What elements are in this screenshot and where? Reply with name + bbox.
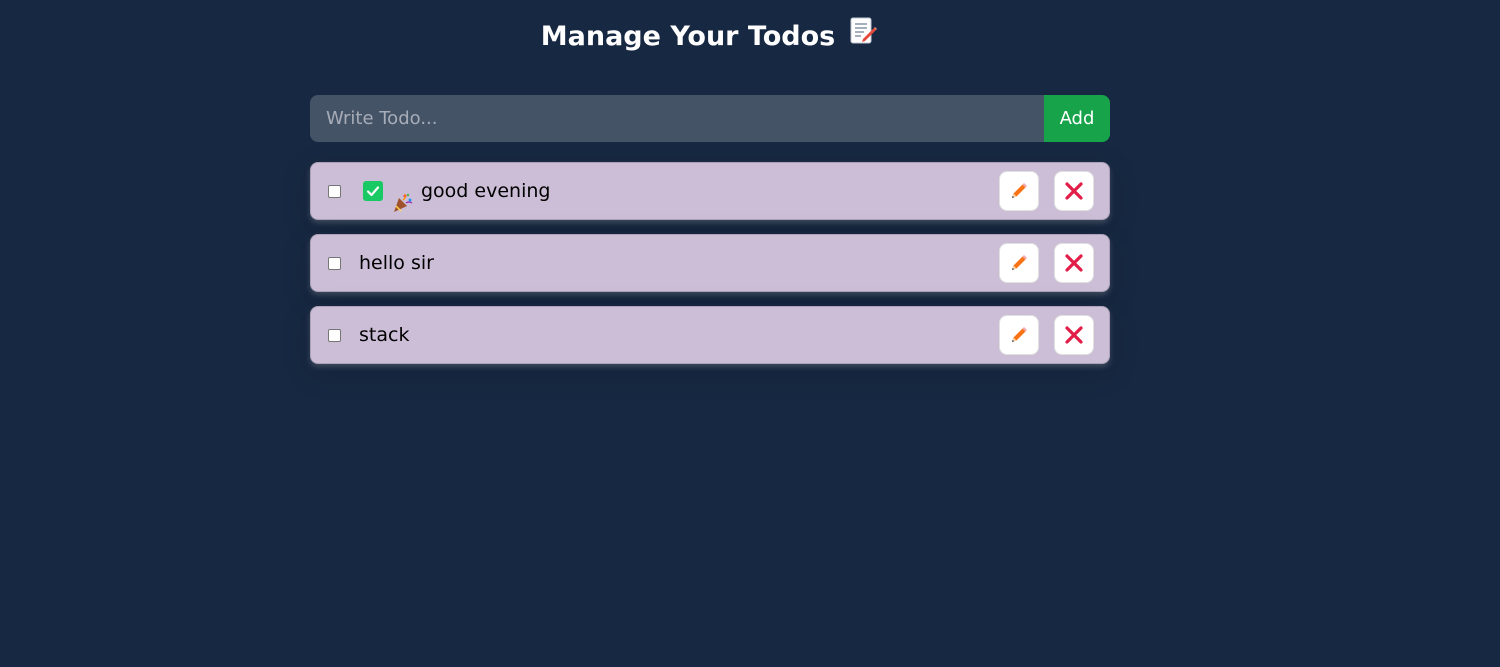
delete-button[interactable] [1054,243,1094,283]
page-title-text: Manage Your Todos [540,21,836,52]
todo-list: good evening hello sir stack [310,162,1110,364]
delete-button[interactable] [1054,315,1094,355]
check-mark-button-icon [363,181,383,201]
todo-text-wrapper: stack [359,307,409,363]
pencil-icon [1012,183,1027,198]
todo-item: stack [310,306,1110,364]
todo-complete-checkbox[interactable] [328,185,341,198]
page-title: Manage Your Todos [0,17,1418,57]
todo-app: Manage Your Todos Add [0,0,1500,667]
todo-text: hello sir [359,252,434,274]
todo-form: Add [310,95,1110,142]
edit-button[interactable] [999,171,1039,211]
pencil-icon [1012,327,1027,342]
party-popper-icon [391,180,413,212]
edit-button[interactable] [999,243,1039,283]
todo-item: hello sir [310,234,1110,292]
todo-item: good evening [310,162,1110,220]
edit-button[interactable] [999,315,1039,355]
todo-text: stack [359,324,410,346]
pencil-icon [1012,255,1027,270]
cross-mark-icon [1065,326,1083,344]
todo-complete-checkbox[interactable] [328,329,341,342]
delete-button[interactable] [1054,171,1094,211]
todo-panel: Add [310,95,1110,378]
todo-text-wrapper: good evening [359,163,550,219]
add-button[interactable]: Add [1044,95,1110,142]
memo-icon [847,15,878,57]
todo-complete-checkbox[interactable] [328,257,341,270]
cross-mark-icon [1065,182,1083,200]
todo-text: good evening [421,180,551,202]
todo-text-wrapper: hello sir [359,235,434,291]
cross-mark-icon [1065,254,1083,272]
todo-input[interactable] [310,95,1044,142]
